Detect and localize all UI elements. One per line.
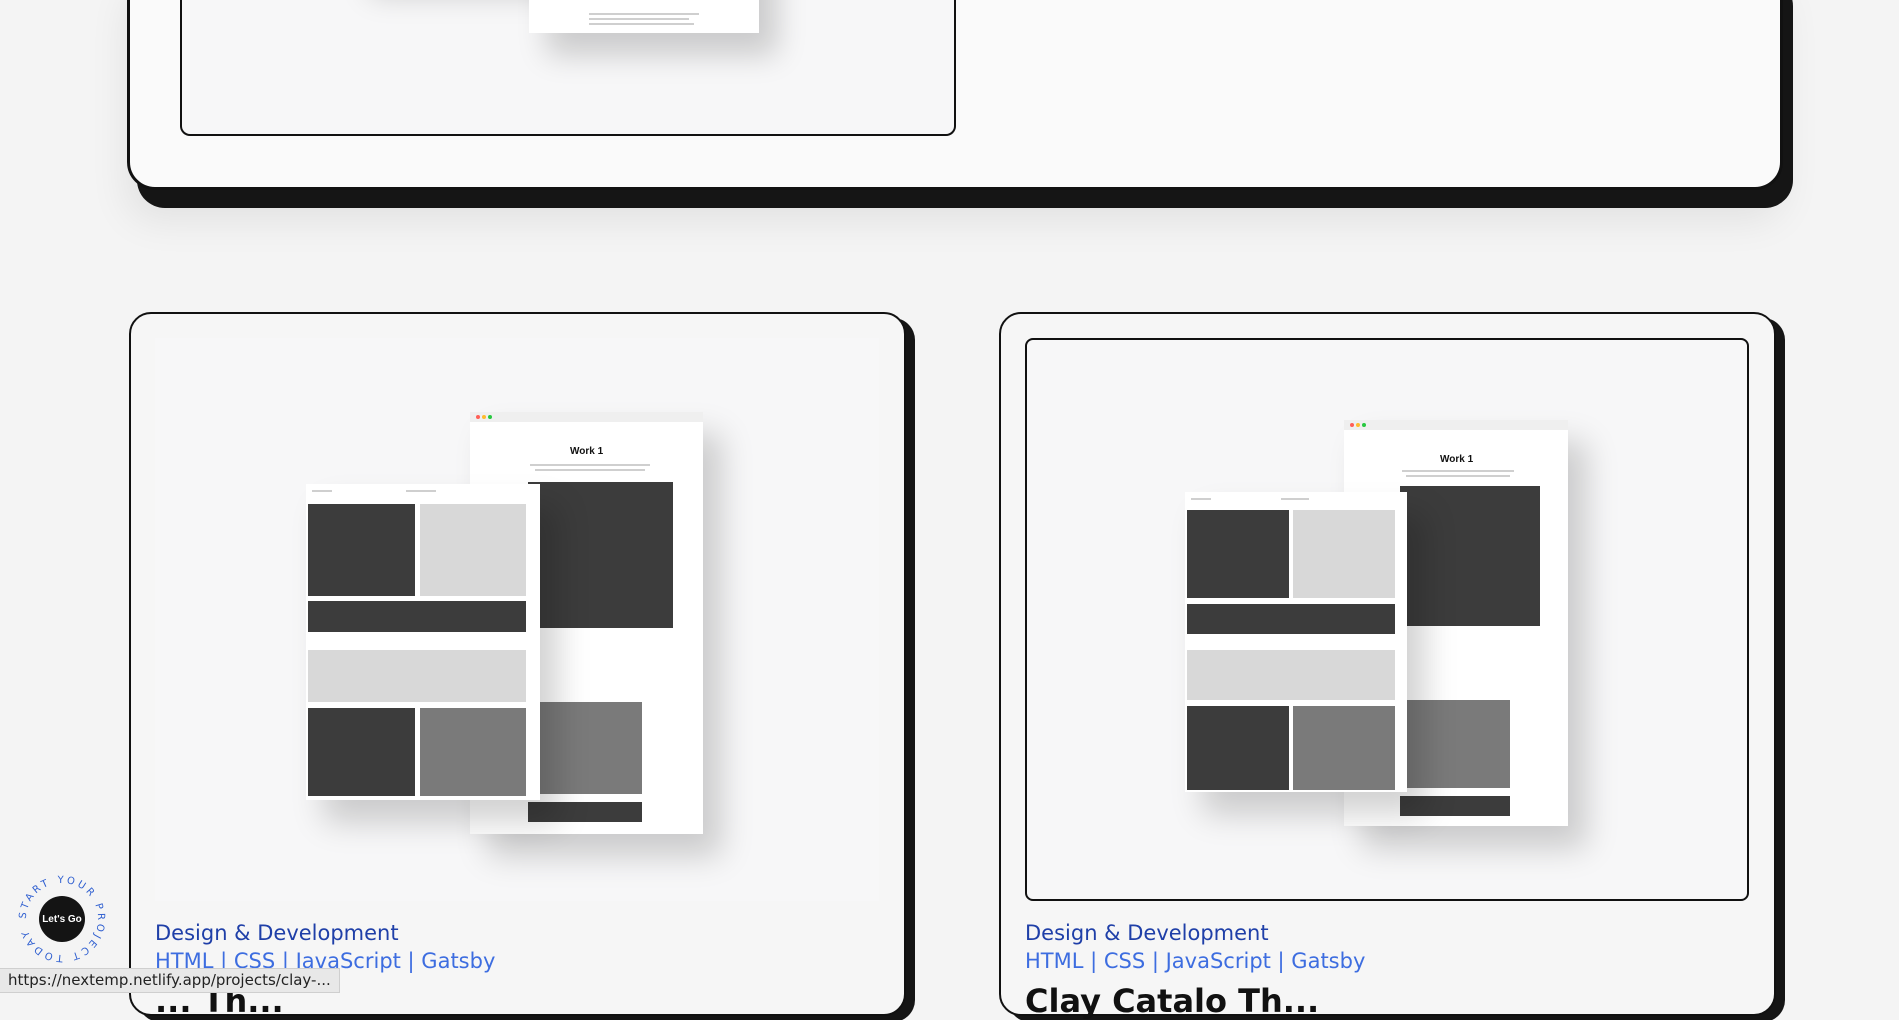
project-image[interactable]: Work 1 bbox=[155, 338, 879, 901]
mockup-browser-front bbox=[1185, 492, 1407, 792]
project-image-top[interactable] bbox=[180, 0, 956, 136]
start-project-badge[interactable]: START YOUR PROJECT TODAY Let's Go bbox=[16, 873, 108, 965]
browser-bar bbox=[1344, 420, 1568, 430]
lets-go-button[interactable]: Let's Go bbox=[39, 896, 85, 942]
project-category: Design & Development bbox=[1025, 921, 1269, 945]
project-image[interactable]: Work 1 bbox=[1025, 338, 1749, 901]
status-bar-url: https://nextemp.netlify.app/projects/cla… bbox=[0, 968, 340, 993]
mockup-title: Work 1 bbox=[1440, 454, 1474, 465]
project-tech-stack: HTML | CSS | JavaScript | Gatsby bbox=[1025, 949, 1366, 973]
project-card[interactable]: Work 1 Design & Development HTML | CSS |… bbox=[999, 312, 1776, 1020]
mockup-top-right bbox=[529, 0, 759, 33]
mockup-browser-front bbox=[306, 484, 540, 800]
mockup-title: Work 1 bbox=[570, 446, 604, 457]
project-card-top[interactable] bbox=[127, 0, 1783, 190]
project-title[interactable]: Clay Catalo Th... bbox=[1025, 982, 1319, 1020]
project-category: Design & Development bbox=[155, 921, 399, 945]
project-card[interactable]: Work 1 Design & Development HTML | CSS |… bbox=[129, 312, 906, 1020]
browser-bar bbox=[470, 412, 703, 422]
